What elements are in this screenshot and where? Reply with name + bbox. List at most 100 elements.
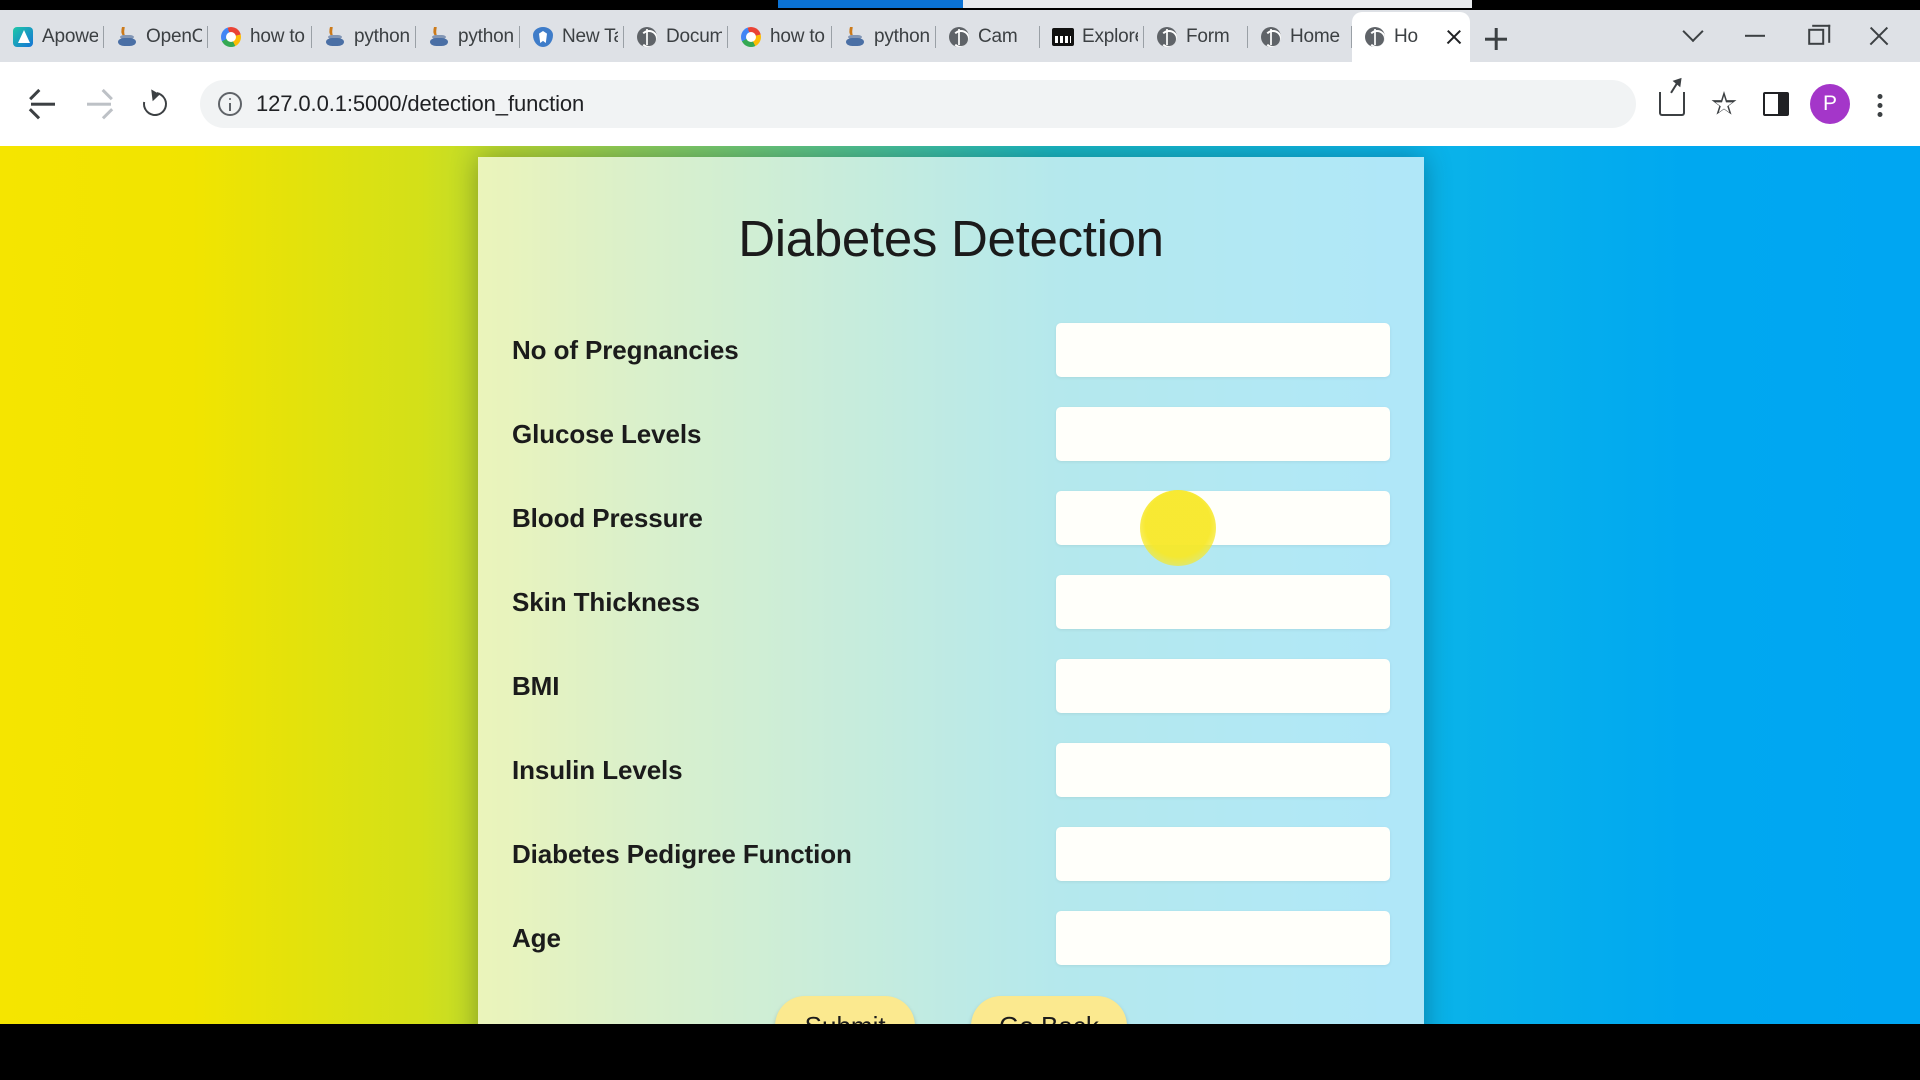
tab-title: Cam — [978, 26, 1018, 47]
maximize-button[interactable] — [1786, 10, 1848, 62]
dot — [1877, 94, 1883, 99]
google-icon — [220, 26, 242, 48]
browser-menu-button[interactable] — [1858, 78, 1902, 130]
browser-tab[interactable]: Form — [1144, 12, 1248, 62]
field-input[interactable] — [1056, 659, 1390, 713]
dark-app-icon-glyph — [1052, 28, 1074, 46]
apowersoft-icon — [12, 26, 34, 48]
browser-tab[interactable]: New Ta — [520, 12, 624, 62]
minimize-icon — [1745, 34, 1765, 38]
browser-tab[interactable]: Home — [1248, 12, 1352, 62]
form-row: BMI — [512, 644, 1390, 728]
apowersoft-icon-glyph — [13, 27, 33, 47]
forward-button[interactable] — [74, 79, 124, 129]
java-icon-glyph — [117, 26, 137, 48]
field-input[interactable] — [1056, 575, 1390, 629]
field-input[interactable] — [1056, 911, 1390, 965]
field-label: Blood Pressure — [512, 502, 703, 533]
field-input[interactable] — [1056, 323, 1390, 377]
tab-strip: Apowe OpenC how to python python New Ta Docum h… — [0, 10, 1920, 62]
shield-icon-glyph — [533, 27, 553, 47]
globe-icon — [1364, 26, 1386, 48]
field-label: Insulin Levels — [512, 754, 683, 785]
browser-toolbar: 127.0.0.1:5000/detection_function P — [0, 62, 1920, 146]
java-icon — [116, 26, 138, 48]
globe-icon — [1156, 26, 1178, 48]
field-input[interactable] — [1056, 407, 1390, 461]
field-label: Age — [512, 922, 561, 953]
site-info-icon[interactable] — [218, 92, 242, 116]
tab-list: Apowe OpenC how to python python New Ta Docum h… — [0, 10, 1470, 62]
field-input[interactable] — [1056, 743, 1390, 797]
share-button[interactable] — [1646, 78, 1698, 130]
screen: Apowe OpenC how to python python New Ta Docum h… — [0, 0, 1920, 1080]
reload-button[interactable] — [130, 79, 180, 129]
bookmark-button[interactable] — [1698, 78, 1750, 130]
dark-app-icon — [1052, 26, 1074, 48]
field-label: Skin Thickness — [512, 586, 700, 617]
form-actions: Submit Go Back — [478, 996, 1424, 1024]
browser-tab[interactable]: how to — [208, 12, 312, 62]
submit-button[interactable]: Submit — [775, 996, 916, 1024]
field-label: BMI — [512, 670, 560, 701]
browser-tab[interactable]: Docum — [624, 12, 728, 62]
java-icon-glyph — [845, 26, 865, 48]
back-button[interactable] — [18, 79, 68, 129]
detection-form: No of Pregnancies Glucose Levels Blood Pre… — [478, 308, 1424, 980]
tab-title: Explore — [1082, 26, 1138, 47]
forward-arrow-icon — [87, 102, 111, 106]
field-input[interactable] — [1056, 491, 1390, 545]
close-window-button[interactable] — [1848, 10, 1910, 62]
google-icon-glyph — [741, 27, 761, 47]
form-card: Diabetes Detection No of Pregnancies Gluc… — [478, 157, 1424, 1024]
dot — [1877, 112, 1883, 117]
back-arrow-icon — [31, 102, 55, 106]
browser-tab[interactable]: how to — [728, 12, 832, 62]
globe-icon — [636, 26, 658, 48]
close-icon — [1867, 24, 1891, 48]
browser-tab[interactable]: python — [416, 12, 520, 62]
browser-tab[interactable]: OpenC — [104, 12, 208, 62]
form-row: Glucose Levels — [512, 392, 1390, 476]
tab-title: Form — [1186, 26, 1230, 47]
side-panel-button[interactable] — [1750, 78, 1802, 130]
page-title: Diabetes Detection — [738, 210, 1164, 267]
shield-icon — [532, 26, 554, 48]
field-label: Diabetes Pedigree Function — [512, 838, 852, 869]
browser-tab[interactable]: Cam — [936, 12, 1040, 62]
tab-title: how to — [770, 26, 825, 47]
field-input[interactable] — [1056, 827, 1390, 881]
form-row: Insulin Levels — [512, 728, 1390, 812]
java-icon — [428, 26, 450, 48]
field-label: Glucose Levels — [512, 418, 702, 449]
form-row: Diabetes Pedigree Function — [512, 812, 1390, 896]
tab-close-icon[interactable] — [1444, 27, 1464, 47]
tab-title: OpenC — [146, 26, 202, 47]
tab-title: New Ta — [562, 26, 618, 47]
side-panel-icon — [1763, 92, 1789, 116]
address-bar[interactable]: 127.0.0.1:5000/detection_function — [200, 80, 1636, 128]
form-row: Blood Pressure — [512, 476, 1390, 560]
page-viewport: Diabetes Detection No of Pregnancies Gluc… — [0, 146, 1920, 1024]
bottom-black-bar — [0, 1024, 1920, 1080]
browser-tab[interactable]: Ho — [1352, 12, 1470, 62]
form-row: Age — [512, 896, 1390, 980]
new-tab-button[interactable] — [1470, 16, 1522, 62]
avatar[interactable]: P — [1810, 84, 1850, 124]
share-icon — [1659, 92, 1685, 116]
tab-search-button[interactable] — [1662, 10, 1724, 62]
chevron-down-icon — [1682, 20, 1704, 42]
browser-tab[interactable]: Apowe — [0, 12, 104, 62]
globe-icon-glyph — [1365, 27, 1385, 47]
browser-chrome: Apowe OpenC how to python python New Ta Docum h… — [0, 10, 1920, 146]
form-row: Skin Thickness — [512, 560, 1390, 644]
tab-title: Home — [1290, 26, 1340, 47]
go-back-button[interactable]: Go Back — [971, 996, 1127, 1024]
minimize-button[interactable] — [1724, 10, 1786, 62]
browser-tab[interactable]: Explore — [1040, 12, 1144, 62]
globe-icon — [1260, 26, 1282, 48]
browser-tab[interactable]: python — [312, 12, 416, 62]
tab-title: python — [354, 26, 410, 47]
browser-tab[interactable]: python — [832, 12, 936, 62]
star-icon — [1711, 91, 1737, 115]
